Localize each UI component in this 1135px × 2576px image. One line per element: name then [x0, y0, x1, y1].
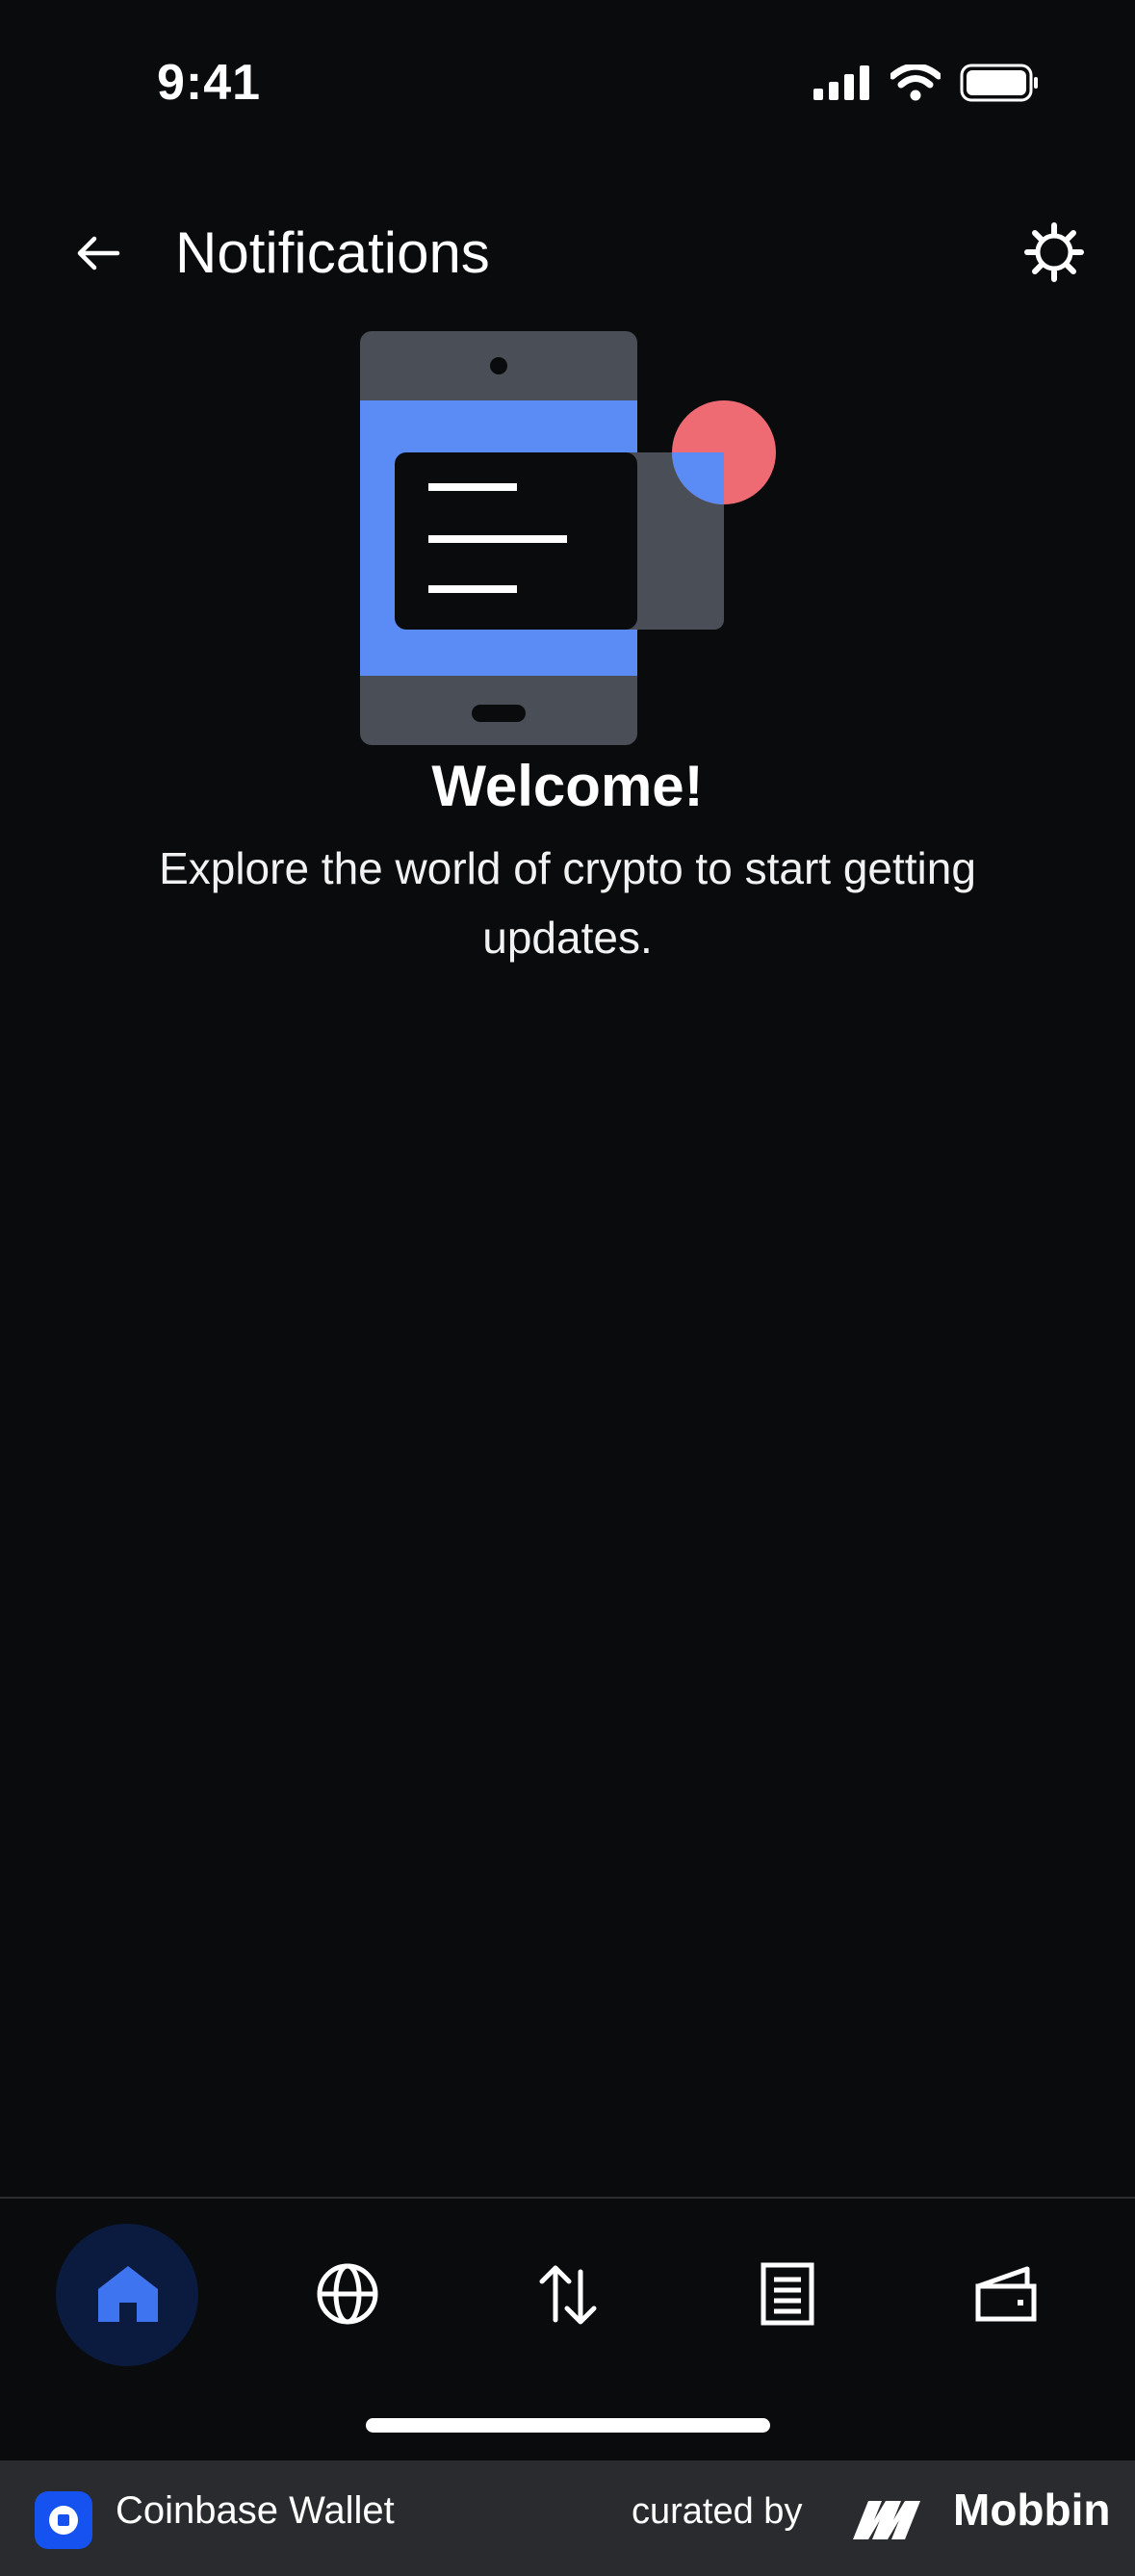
battery-icon [960, 64, 1039, 107]
tab-trade[interactable] [496, 2224, 640, 2368]
tab-explore[interactable] [275, 2224, 420, 2368]
home-indicator [366, 2418, 770, 2433]
tab-home[interactable] [56, 2224, 200, 2368]
empty-state-title: Welcome! [431, 754, 704, 818]
back-button[interactable] [60, 221, 137, 289]
tab-wallet[interactable] [935, 2224, 1079, 2368]
globe-icon [316, 2262, 379, 2331]
status-icons [813, 63, 1039, 107]
mobbin-logo-icon [851, 2491, 936, 2550]
arrow-left-icon [75, 234, 121, 277]
footer-curated-by: curated by [632, 2491, 803, 2532]
footer-brand: Mobbin [953, 2485, 1111, 2535]
phone-notification-illustration [356, 327, 789, 751]
swap-arrows-icon [536, 2262, 600, 2331]
status-bar: 9:41 [0, 0, 1135, 164]
cellular-signal-icon [813, 65, 871, 105]
home-icon [96, 2264, 160, 2329]
tab-activity[interactable] [715, 2224, 860, 2368]
gear-icon [1023, 221, 1085, 288]
page-title: Notifications [175, 220, 490, 285]
wifi-icon [889, 63, 942, 106]
footer-app-name: Coinbase Wallet [116, 2489, 395, 2532]
status-time: 9:41 [157, 55, 262, 111]
attribution-footer: Coinbase Wallet curated by Mobbin [0, 2460, 1135, 2576]
document-icon [761, 2262, 814, 2331]
empty-state-message: Explore the world of crypto to start get… [159, 843, 976, 963]
wallet-icon [975, 2265, 1039, 2328]
coinbase-wallet-logo-icon [35, 2491, 92, 2549]
header: Notifications [0, 193, 1135, 318]
settings-button[interactable] [1016, 216, 1093, 293]
